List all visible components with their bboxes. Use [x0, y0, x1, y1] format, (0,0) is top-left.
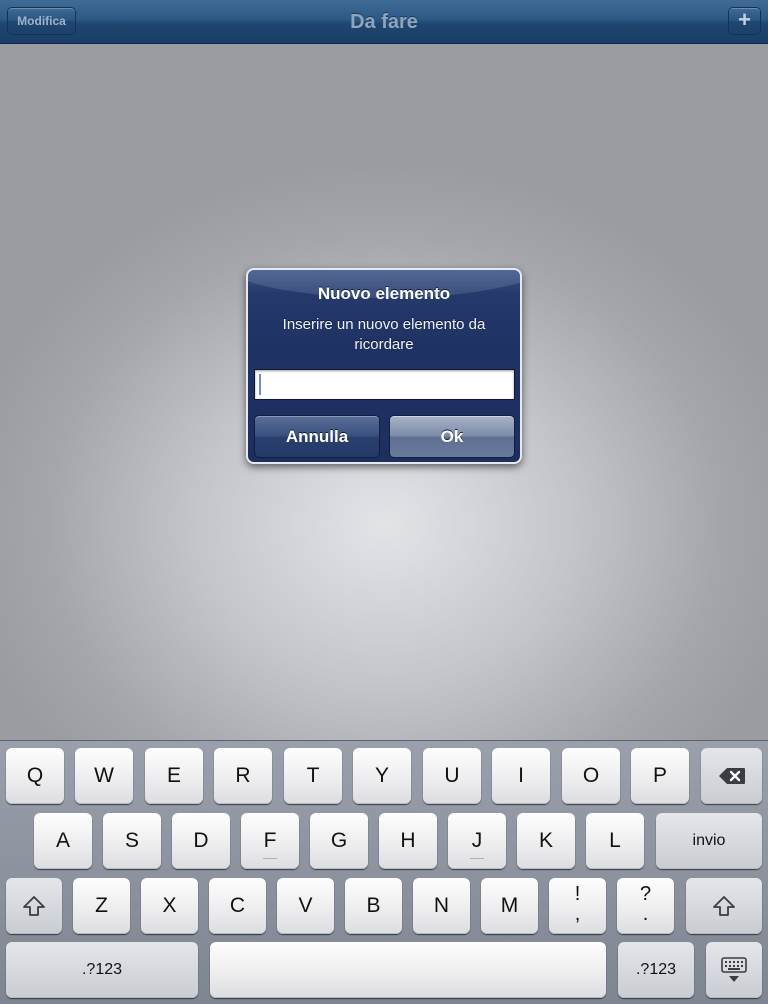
- backspace-key[interactable]: [701, 748, 762, 804]
- ok-button[interactable]: Ok: [389, 415, 515, 458]
- key-l[interactable]: L: [586, 813, 644, 869]
- space-key[interactable]: [210, 942, 606, 998]
- key-j[interactable]: J: [448, 813, 506, 869]
- key-i[interactable]: I: [492, 748, 550, 804]
- key-f[interactable]: F: [241, 813, 299, 869]
- home-row-marker: [263, 858, 277, 859]
- key-top-glyph: !: [574, 883, 581, 905]
- key-u[interactable]: U: [423, 748, 481, 804]
- dismiss-keyboard-key[interactable]: [706, 942, 762, 998]
- key-f-label: F: [263, 829, 277, 852]
- add-button[interactable]: +: [728, 7, 761, 35]
- key-stack: ! ,: [549, 884, 606, 924]
- edit-button[interactable]: Modifica: [7, 7, 76, 35]
- keyboard: Q W E R T Y U I O P A S D F G H J K L in…: [0, 740, 768, 1004]
- numbers-key-right[interactable]: .?123: [618, 942, 694, 998]
- key-exclamation-comma[interactable]: ! ,: [549, 878, 606, 934]
- backspace-icon: [718, 768, 745, 784]
- shift-icon: [713, 896, 735, 916]
- key-j-label: J: [471, 829, 483, 852]
- numbers-key-left[interactable]: .?123: [6, 942, 198, 998]
- key-e[interactable]: E: [145, 748, 203, 804]
- key-y[interactable]: Y: [353, 748, 411, 804]
- key-t[interactable]: T: [284, 748, 342, 804]
- shift-icon: [23, 896, 45, 916]
- key-r[interactable]: R: [214, 748, 272, 804]
- return-key[interactable]: invio: [656, 813, 762, 869]
- key-o[interactable]: O: [562, 748, 620, 804]
- key-h[interactable]: H: [379, 813, 437, 869]
- key-m[interactable]: M: [481, 878, 538, 934]
- key-top-glyph: ?: [639, 883, 652, 905]
- key-g[interactable]: G: [310, 813, 368, 869]
- key-c[interactable]: C: [209, 878, 266, 934]
- key-a[interactable]: A: [34, 813, 92, 869]
- key-z[interactable]: Z: [73, 878, 130, 934]
- navigation-bar: Da fare Modifica +: [0, 0, 768, 44]
- cancel-button[interactable]: Annulla: [254, 415, 380, 458]
- shift-key-left[interactable]: [6, 878, 62, 934]
- new-item-input[interactable]: [254, 369, 515, 400]
- keyboard-dismiss-icon: [721, 957, 747, 982]
- key-p[interactable]: P: [631, 748, 689, 804]
- key-bottom-glyph: ,: [574, 903, 581, 925]
- key-w[interactable]: W: [75, 748, 133, 804]
- key-question-period[interactable]: ? .: [617, 878, 674, 934]
- alert-title: Nuovo elemento: [317, 284, 451, 303]
- key-x[interactable]: X: [141, 878, 198, 934]
- key-s[interactable]: S: [103, 813, 161, 869]
- page-title: Da fare: [350, 11, 418, 33]
- key-bottom-glyph: .: [642, 903, 649, 925]
- shift-key-right[interactable]: [686, 878, 762, 934]
- key-d[interactable]: D: [172, 813, 230, 869]
- new-item-alert: Nuovo elemento Inserire un nuovo element…: [246, 268, 522, 464]
- key-q[interactable]: Q: [6, 748, 64, 804]
- home-row-marker: [470, 858, 484, 859]
- key-k[interactable]: K: [517, 813, 575, 869]
- key-b[interactable]: B: [345, 878, 402, 934]
- key-n[interactable]: N: [413, 878, 470, 934]
- text-cursor: [259, 374, 261, 395]
- key-stack: ? .: [617, 884, 674, 924]
- key-v[interactable]: V: [277, 878, 334, 934]
- alert-message: Inserire un nuovo elemento da ricordare: [282, 316, 486, 353]
